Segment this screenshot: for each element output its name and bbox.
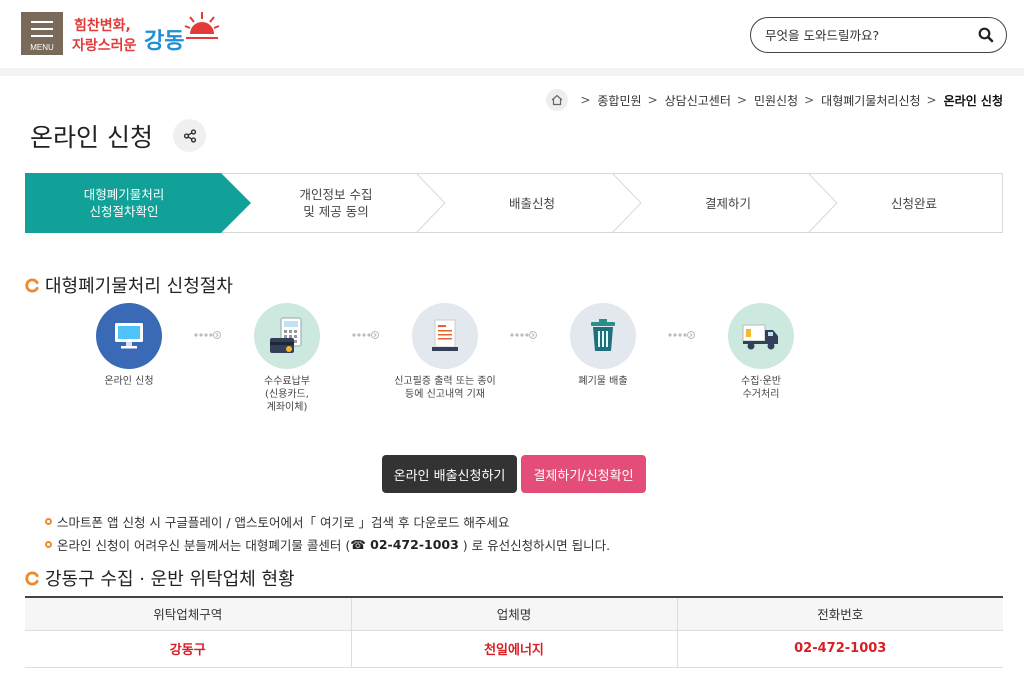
breadcrumb-separator: > bbox=[580, 93, 591, 107]
breadcrumb: > 종합민원 > 상담신고센터 > 민원신청 > 대형폐기물처리신청 > 온라인… bbox=[546, 89, 1003, 111]
site-header: MENU 힘찬변화, 자랑스러운 강동 bbox=[0, 0, 1024, 68]
section-circle-icon bbox=[25, 277, 39, 293]
callcenter-phone: ☎ 02-472-1003 bbox=[350, 537, 459, 552]
proc-fee-payment bbox=[254, 303, 320, 369]
proc-print-certificate bbox=[412, 303, 478, 369]
gangdong-logo[interactable]: 힘찬변화, 자랑스러운 강동 bbox=[72, 8, 222, 60]
truck-icon bbox=[742, 324, 778, 350]
proc-online-apply bbox=[96, 303, 162, 369]
column-header: 업체명 bbox=[350, 597, 677, 631]
home-icon bbox=[551, 94, 563, 106]
share-icon bbox=[183, 128, 196, 143]
menu-button[interactable]: MENU bbox=[21, 12, 63, 55]
hamburger-icon bbox=[31, 21, 53, 42]
monitor-icon bbox=[115, 323, 143, 349]
proc-label-2: 수수료납부 (신용카드, 계좌이체) bbox=[264, 376, 310, 413]
share-button[interactable] bbox=[173, 119, 206, 152]
column-header: 전화번호 bbox=[676, 597, 1003, 631]
payment-icon bbox=[270, 317, 302, 353]
proc-label-4: 폐기물 배출 bbox=[578, 376, 628, 387]
table-row: 강동구 천일에너지 02-472-1003 bbox=[25, 630, 1003, 668]
contractors-heading-text: 강동구 수집 · 운반 위탁업체 현황 bbox=[45, 569, 295, 590]
section-circle-icon bbox=[25, 570, 39, 586]
proc-label-1: 온라인 신청 bbox=[104, 376, 154, 387]
page-title: 온라인 신청 bbox=[30, 123, 153, 152]
logo-text-1: 힘찬변화, bbox=[74, 17, 131, 34]
note-text: 스마트폰 앱 신청 시 구글플레이 / 앱스토어에서「 여기로 」검색 후 다운… bbox=[57, 515, 510, 530]
arrow-dots-icon bbox=[668, 331, 695, 339]
note-text: ) 로 유선신청하시면 됩니다. bbox=[462, 538, 611, 553]
table-header-row: 위탁업체구역 업체명 전화번호 bbox=[25, 597, 1003, 631]
procedure-heading-text: 대형폐기물처리 신청절차 bbox=[45, 276, 233, 297]
sun-icon bbox=[184, 12, 220, 39]
logo-text-2: 자랑스러운 bbox=[72, 38, 137, 54]
pay-check-button[interactable]: 결제하기/신청확인 bbox=[521, 455, 646, 493]
home-link[interactable] bbox=[546, 89, 569, 111]
search-box bbox=[750, 17, 1007, 53]
proc-label-5: 수집·운반 수거처리 bbox=[741, 376, 781, 400]
arrow-dots-icon bbox=[510, 331, 537, 339]
arrow-dots-icon bbox=[352, 331, 379, 339]
bullet-icon bbox=[45, 518, 52, 525]
proc-collection-transport bbox=[728, 303, 794, 369]
document-icon bbox=[432, 319, 458, 351]
contractors-heading: 강동구 수집 · 운반 위탁업체 현황 bbox=[25, 565, 295, 591]
note-phone-apply: 온라인 신청이 어려우신 분들께서는 대형폐기물 콜센터 ( ☎ 02-472-… bbox=[45, 535, 610, 554]
step-4-payment: 결제하기 bbox=[704, 195, 751, 211]
logo-text-3: 강동 bbox=[144, 29, 184, 54]
column-header: 위탁업체구역 bbox=[25, 597, 351, 631]
cell-phone: 02-472-1003 bbox=[676, 630, 1003, 668]
arrow-dots-icon bbox=[194, 331, 221, 339]
step-3-disposal-application: 배출신청 bbox=[508, 195, 555, 211]
contractors-table: 위탁업체구역 업체명 전화번호 강동구 천일에너지 02-472-1003 bbox=[25, 596, 1003, 668]
search-icon[interactable] bbox=[977, 26, 995, 44]
online-apply-button[interactable]: 온라인 배출신청하기 bbox=[382, 455, 517, 493]
cell-area: 강동구 bbox=[25, 630, 351, 668]
search-input[interactable] bbox=[765, 26, 965, 44]
breadcrumb-current: 온라인 신청 bbox=[943, 93, 1003, 108]
breadcrumb-separator: > bbox=[736, 93, 747, 107]
breadcrumb-separator: > bbox=[647, 93, 658, 107]
note-text: 온라인 신청이 어려우신 분들께서는 대형폐기물 콜센터 ( bbox=[57, 538, 351, 553]
breadcrumb-item[interactable]: 민원신청 bbox=[754, 92, 798, 109]
breadcrumb-item[interactable]: 상담신고센터 bbox=[665, 92, 731, 109]
breadcrumb-item[interactable]: 대형폐기물처리신청 bbox=[821, 92, 920, 109]
step-1-confirm-procedure: 대형폐기물처리 신청절차확인 bbox=[83, 187, 165, 219]
step-2-privacy-consent: 개인정보 수집 및 제공 동의 bbox=[299, 187, 373, 219]
proc-label-3: 신고필증 출력 또는 종이 등에 신고내역 기재 bbox=[394, 376, 496, 400]
cell-company: 천일에너지 bbox=[350, 630, 677, 668]
breadcrumb-separator: > bbox=[926, 93, 937, 107]
step-5-complete: 신청완료 bbox=[890, 195, 937, 211]
menu-label: MENU bbox=[30, 43, 54, 52]
bullet-icon bbox=[45, 541, 52, 548]
procedure-heading: 대형폐기물처리 신청절차 bbox=[25, 272, 233, 298]
breadcrumb-item[interactable]: 종합민원 bbox=[597, 92, 641, 109]
proc-waste-disposal bbox=[570, 303, 636, 369]
breadcrumb-separator: > bbox=[804, 93, 815, 107]
header-divider bbox=[0, 68, 1024, 76]
note-app-download: 스마트폰 앱 신청 시 구글플레이 / 앱스토어에서「 여기로 」검색 후 다운… bbox=[45, 512, 509, 531]
application-steps: 대형폐기물처리 신청절차확인 개인정보 수집 및 제공 동의 배출신청 결제하기 신… bbox=[25, 173, 1003, 233]
trash-bin-icon bbox=[591, 319, 615, 351]
